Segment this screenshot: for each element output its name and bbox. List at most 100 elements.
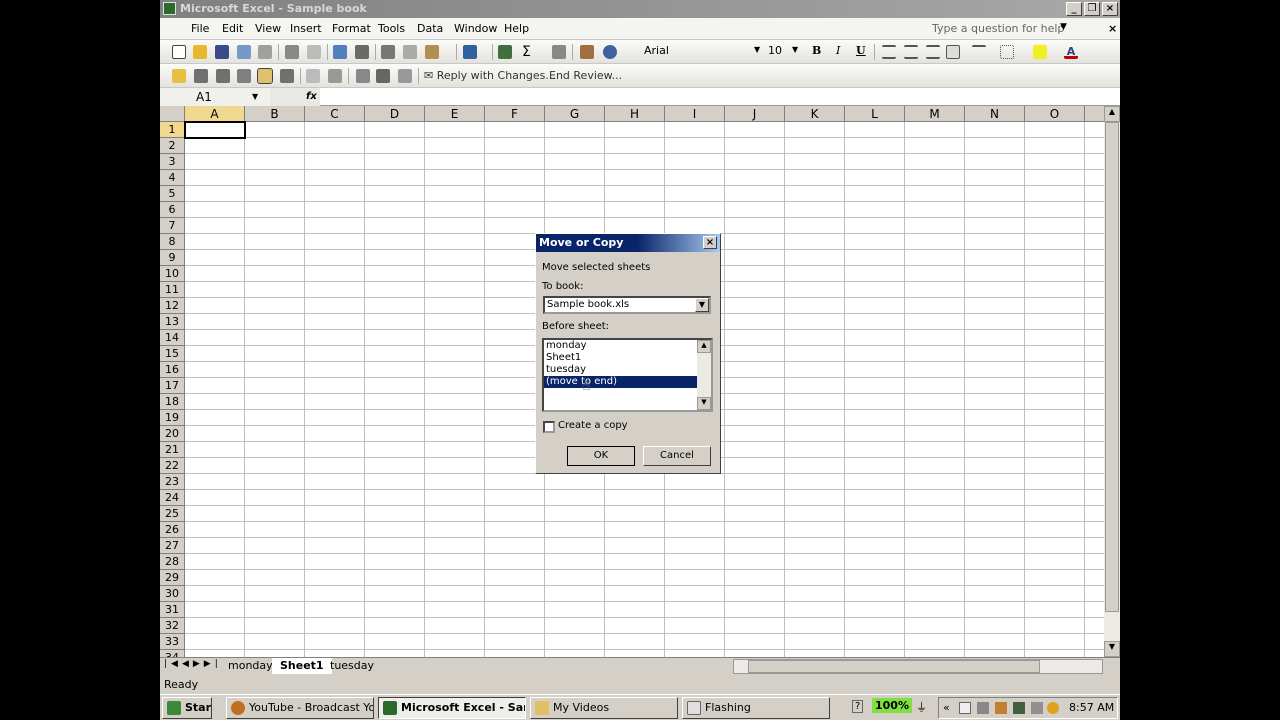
list-item-selected[interactable]: (move to end) bbox=[544, 376, 697, 388]
select-all-corner[interactable] bbox=[160, 106, 185, 122]
expand-tray-icon[interactable]: « bbox=[943, 701, 950, 714]
column-header[interactable]: A bbox=[185, 106, 245, 122]
scroll-down-icon[interactable]: ▼ bbox=[697, 397, 711, 410]
new-comment-icon[interactable] bbox=[172, 69, 186, 83]
list-item[interactable]: monday bbox=[544, 340, 697, 352]
column-header[interactable]: D bbox=[365, 106, 425, 122]
column-header[interactable]: M bbox=[905, 106, 965, 122]
task-youtube[interactable]: YouTube - Broadcast Yo... bbox=[226, 697, 374, 719]
row-header[interactable]: 34 bbox=[160, 650, 185, 657]
hyperlink-icon[interactable] bbox=[498, 45, 512, 59]
previous-comment-icon[interactable] bbox=[194, 69, 208, 83]
align-right-icon[interactable] bbox=[926, 45, 940, 59]
underline-button[interactable]: U bbox=[856, 44, 866, 57]
dialog-close-button[interactable]: × bbox=[703, 236, 717, 249]
reject-change-icon[interactable] bbox=[356, 69, 370, 83]
chevron-down-icon[interactable]: ▼ bbox=[695, 298, 709, 312]
wireless-icon[interactable] bbox=[1013, 702, 1025, 714]
column-header[interactable]: N bbox=[965, 106, 1025, 122]
help-dropdown-icon[interactable]: ▼ bbox=[1060, 22, 1067, 32]
to-book-select[interactable]: Sample book.xls ▼ bbox=[543, 296, 711, 314]
column-header[interactable]: I bbox=[665, 106, 725, 122]
before-sheet-list[interactable]: monday Sheet1 tuesday (move to end) ▲ ▼ bbox=[542, 338, 713, 412]
scroll-up-icon[interactable]: ▲ bbox=[1104, 106, 1120, 122]
show-all-comments-icon[interactable] bbox=[257, 68, 273, 84]
column-header[interactable]: O bbox=[1025, 106, 1085, 122]
track-changes-icon[interactable] bbox=[306, 69, 320, 83]
restore-button[interactable]: ❐ bbox=[1084, 2, 1100, 16]
open-icon[interactable] bbox=[193, 45, 207, 59]
help-tray-icon[interactable]: ? bbox=[852, 700, 864, 713]
font-size-dropdown-icon[interactable]: ▼ bbox=[792, 45, 798, 54]
column-header[interactable]: J bbox=[725, 106, 785, 122]
list-item[interactable]: Sheet1 bbox=[544, 352, 697, 364]
update-file-icon[interactable] bbox=[398, 69, 412, 83]
research-icon[interactable] bbox=[355, 45, 369, 59]
name-box[interactable]: A1 ▼ bbox=[160, 88, 270, 106]
row-header[interactable]: 19 bbox=[160, 410, 185, 426]
cancel-button[interactable]: Cancel bbox=[643, 446, 711, 466]
menu-window[interactable]: Window bbox=[454, 22, 497, 35]
workbook-close-icon[interactable]: × bbox=[1108, 22, 1117, 35]
sort-ascending-icon[interactable] bbox=[552, 45, 566, 59]
task-excel[interactable]: Microsoft Excel - Sam... bbox=[378, 697, 526, 719]
scroll-up-icon[interactable]: ▲ bbox=[697, 340, 711, 353]
row-header[interactable]: 2 bbox=[160, 138, 185, 154]
list-item[interactable]: tuesday bbox=[544, 364, 697, 376]
row-header[interactable]: 9 bbox=[160, 250, 185, 266]
column-header[interactable]: E bbox=[425, 106, 485, 122]
column-header[interactable]: L bbox=[845, 106, 905, 122]
row-header[interactable]: 16 bbox=[160, 362, 185, 378]
chart-wizard-icon[interactable] bbox=[580, 45, 594, 59]
spelling-icon[interactable] bbox=[333, 45, 347, 59]
network-icon[interactable] bbox=[977, 702, 989, 714]
update-icon[interactable] bbox=[1047, 702, 1059, 714]
ok-button[interactable]: OK bbox=[567, 446, 635, 466]
power-plug-icon[interactable]: ⏚ bbox=[916, 699, 927, 715]
italic-button[interactable]: I bbox=[836, 44, 840, 57]
paste-icon[interactable] bbox=[425, 45, 439, 59]
fill-color-icon[interactable] bbox=[1033, 45, 1047, 59]
row-header[interactable]: 29 bbox=[160, 570, 185, 586]
row-header[interactable]: 8 bbox=[160, 234, 185, 250]
row-header[interactable]: 7 bbox=[160, 218, 185, 234]
row-header[interactable]: 14 bbox=[160, 330, 185, 346]
column-header[interactable]: K bbox=[785, 106, 845, 122]
column-header[interactable]: C bbox=[305, 106, 365, 122]
menu-edit[interactable]: Edit bbox=[222, 22, 243, 35]
scroll-down-icon[interactable]: ▼ bbox=[1104, 641, 1120, 657]
row-header[interactable]: 1 bbox=[160, 122, 185, 138]
row-header[interactable]: 25 bbox=[160, 506, 185, 522]
security-icon[interactable] bbox=[1031, 702, 1043, 714]
end-review-button[interactable]: End Review... bbox=[549, 69, 622, 82]
row-header[interactable]: 33 bbox=[160, 634, 185, 650]
align-left-icon[interactable] bbox=[882, 45, 896, 59]
bold-button[interactable]: B bbox=[812, 44, 821, 57]
row-header[interactable]: 18 bbox=[160, 394, 185, 410]
row-header[interactable]: 6 bbox=[160, 202, 185, 218]
vertical-scroll-thumb[interactable] bbox=[1105, 122, 1119, 612]
font-size-select[interactable]: 10 bbox=[768, 44, 782, 57]
menu-tools[interactable]: Tools bbox=[378, 22, 405, 35]
align-center-icon[interactable] bbox=[904, 45, 918, 59]
row-header[interactable]: 5 bbox=[160, 186, 185, 202]
save-icon[interactable] bbox=[215, 45, 229, 59]
vertical-scrollbar[interactable]: ▲ ▼ bbox=[1104, 106, 1120, 657]
autosum-icon[interactable]: Σ bbox=[522, 45, 536, 59]
row-header[interactable]: 4 bbox=[160, 170, 185, 186]
column-header[interactable]: G bbox=[545, 106, 605, 122]
print-preview-icon[interactable] bbox=[307, 45, 321, 59]
active-cell-a1[interactable] bbox=[184, 121, 246, 139]
fx-icon[interactable]: fx bbox=[270, 88, 320, 106]
help-icon[interactable] bbox=[603, 45, 617, 59]
battery-indicator[interactable]: 100% bbox=[872, 698, 912, 713]
row-header[interactable]: 30 bbox=[160, 586, 185, 602]
row-header[interactable]: 15 bbox=[160, 346, 185, 362]
row-header[interactable]: 11 bbox=[160, 282, 185, 298]
menu-view[interactable]: View bbox=[255, 22, 281, 35]
row-header[interactable]: 32 bbox=[160, 618, 185, 634]
menu-format[interactable]: Format bbox=[332, 22, 371, 35]
column-header[interactable]: H bbox=[605, 106, 665, 122]
borders-icon[interactable] bbox=[1000, 45, 1014, 59]
menu-insert[interactable]: Insert bbox=[290, 22, 322, 35]
